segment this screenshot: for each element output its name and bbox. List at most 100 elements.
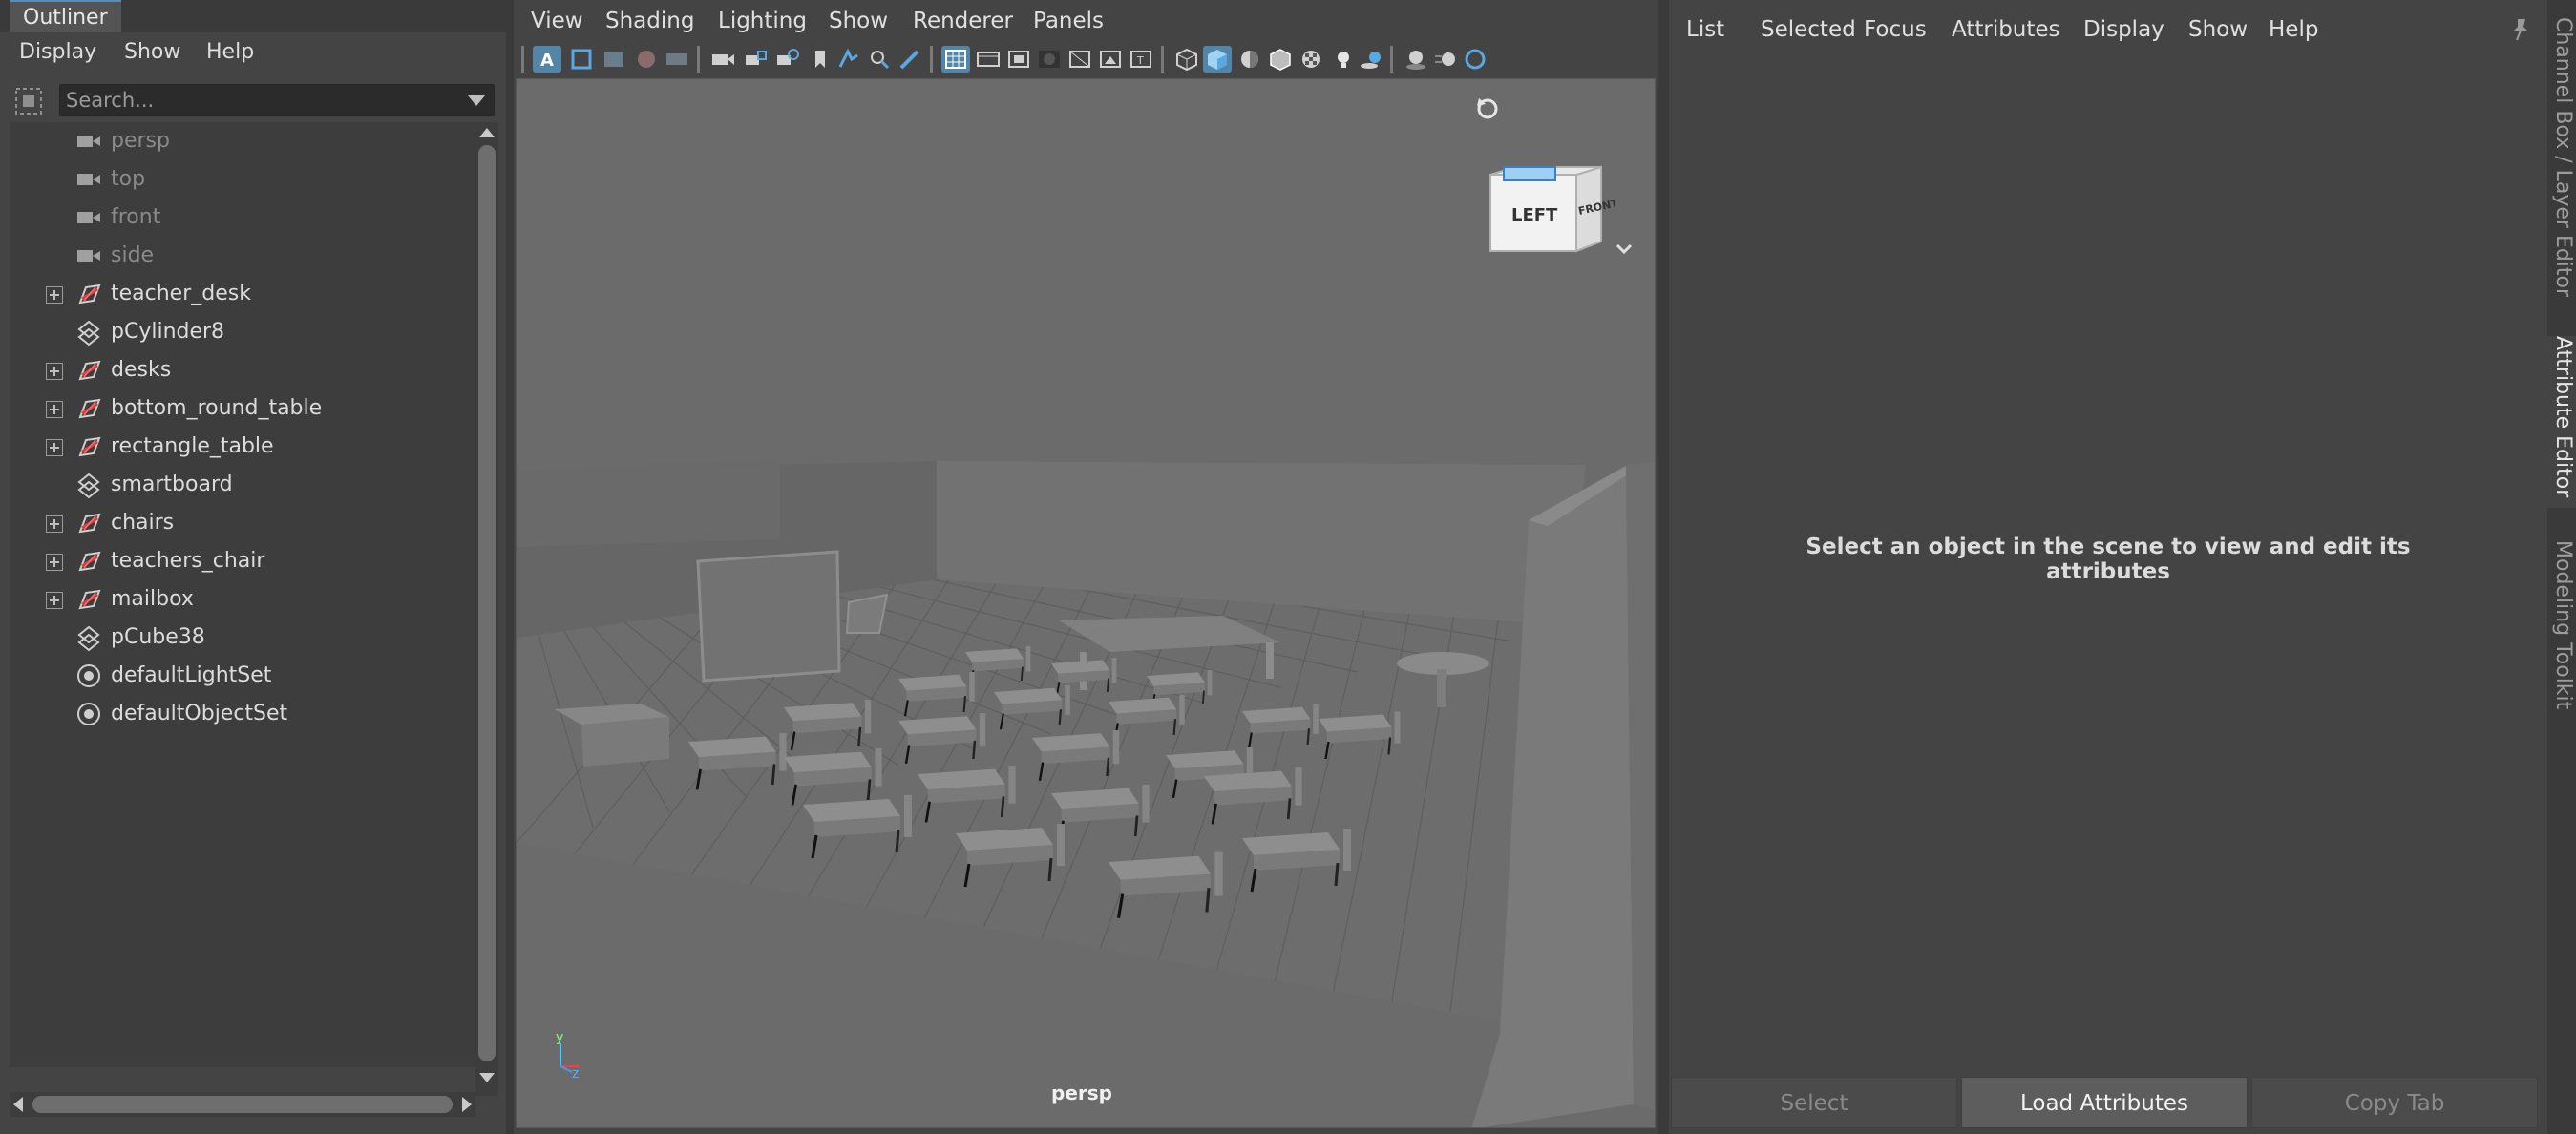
- outliner-menu-show[interactable]: Show: [124, 32, 180, 73]
- viewport-menu-renderer[interactable]: Renderer: [913, 0, 1013, 42]
- attr-menu-attributes[interactable]: Attributes: [1952, 10, 2060, 50]
- expand-plus-icon[interactable]: [46, 439, 63, 456]
- expand-plus-icon[interactable]: [46, 286, 63, 304]
- expand-plus-icon[interactable]: [46, 363, 63, 380]
- gate-mask-icon[interactable]: [1035, 46, 1064, 73]
- outliner-item[interactable]: desks: [10, 351, 475, 389]
- outliner-item[interactable]: teacher_desk: [10, 275, 475, 313]
- grid-icon[interactable]: [941, 46, 970, 73]
- outliner-item[interactable]: pCylinder8: [10, 313, 475, 351]
- panel-splitter-left[interactable]: [506, 0, 514, 1134]
- anti-aliasing-icon[interactable]: [1461, 46, 1489, 73]
- resolution-gate-icon[interactable]: [1004, 46, 1033, 73]
- wireframe-on-shaded-icon[interactable]: [1266, 46, 1295, 73]
- attr-menu-help[interactable]: Help: [2269, 10, 2318, 50]
- outliner-item[interactable]: defaultLightSet: [10, 657, 475, 695]
- outliner-item[interactable]: mailbox: [10, 580, 475, 619]
- group-transform-icon: [78, 436, 101, 457]
- camera-attributes-icon[interactable]: [567, 46, 596, 73]
- safe-action-icon[interactable]: [1096, 46, 1125, 73]
- viewport-menu-panels[interactable]: Panels: [1033, 0, 1104, 42]
- attr-menu-selected[interactable]: Selected: [1761, 10, 1856, 50]
- bookmark-icon[interactable]: [806, 46, 834, 73]
- 2d-pan-zoom-icon[interactable]: [834, 46, 863, 73]
- outliner-item[interactable]: chairs: [10, 504, 475, 542]
- bookmarks-icon[interactable]: [600, 46, 628, 73]
- viewcube[interactable]: LEFT FRONT: [1481, 146, 1615, 280]
- copy-tab-button[interactable]: Copy Tab: [2251, 1077, 2538, 1128]
- toolbar-separator: [930, 46, 933, 73]
- outliner-item[interactable]: persp: [10, 122, 475, 160]
- attr-menu-show[interactable]: Show: [2188, 10, 2248, 50]
- camera-gear-icon[interactable]: [773, 46, 802, 73]
- scroll-left-arrow-icon[interactable]: [13, 1097, 23, 1112]
- viewcube-menu-chevron-icon[interactable]: [1615, 242, 1634, 257]
- outliner-item[interactable]: rectangle_table: [10, 428, 475, 466]
- outliner-search-input[interactable]: [59, 84, 495, 116]
- outliner-horizontal-scrollbar[interactable]: [10, 1092, 475, 1117]
- viewport-menu-shading[interactable]: Shading: [605, 0, 694, 42]
- film-gate-icon[interactable]: [974, 46, 1003, 73]
- vertical-scroll-thumb[interactable]: [478, 145, 496, 1061]
- camera-icon[interactable]: [708, 46, 737, 73]
- scroll-down-arrow-icon[interactable]: [479, 1073, 495, 1082]
- outliner-vertical-scrollbar[interactable]: [475, 122, 498, 1096]
- viewport-menu-view[interactable]: View: [531, 0, 583, 42]
- reset-view-icon[interactable]: [1473, 94, 1502, 123]
- expand-plus-icon[interactable]: [46, 515, 63, 533]
- outliner-item[interactable]: pCube38: [10, 619, 475, 657]
- textured-icon[interactable]: [1297, 46, 1325, 73]
- outliner-item-label: mailbox: [111, 587, 194, 611]
- ambient-occlusion-icon[interactable]: [1402, 46, 1430, 73]
- outliner-menu-display[interactable]: Display: [19, 32, 96, 73]
- tab-attribute-editor[interactable]: Attribute Editor: [2547, 336, 2576, 508]
- outliner-item[interactable]: bottom_round_table: [10, 389, 475, 428]
- viewport-menu-show[interactable]: Show: [829, 0, 888, 42]
- field-chart-icon[interactable]: [1066, 46, 1094, 73]
- outliner-item-label: defaultObjectSet: [111, 702, 288, 725]
- lock-camera-icon[interactable]: [741, 46, 770, 73]
- wireframe-icon[interactable]: [1172, 46, 1201, 73]
- default-material-icon[interactable]: [1235, 46, 1264, 73]
- safe-title-icon[interactable]: T: [1127, 46, 1155, 73]
- outliner-item[interactable]: front: [10, 199, 475, 237]
- load-attributes-button[interactable]: Load Attributes: [1961, 1077, 2248, 1128]
- expand-plus-icon[interactable]: [46, 401, 63, 418]
- panel-splitter-right[interactable]: [1658, 0, 1669, 1134]
- outliner-item[interactable]: teachers_chair: [10, 542, 475, 580]
- attr-menu-list[interactable]: List: [1686, 10, 1724, 50]
- search-dropdown-arrow-icon[interactable]: [468, 95, 485, 106]
- camera-icon: [77, 136, 100, 147]
- smooth-shade-icon[interactable]: [1203, 46, 1232, 73]
- pin-icon[interactable]: [2509, 17, 2532, 42]
- grease-pencil-icon[interactable]: [663, 46, 691, 73]
- pan-zoom-icon[interactable]: [865, 46, 894, 73]
- use-all-lights-icon[interactable]: [1329, 46, 1358, 73]
- tab-modeling-toolkit[interactable]: Modeling Toolkit: [2547, 540, 2576, 731]
- outliner-item-label: defaultLightSet: [111, 663, 272, 687]
- expand-plus-icon[interactable]: [46, 554, 63, 571]
- shadows-icon[interactable]: [1358, 46, 1386, 73]
- expand-plus-icon[interactable]: [46, 592, 63, 609]
- outliner-item[interactable]: defaultObjectSet: [10, 695, 475, 733]
- select-camera-icon[interactable]: A: [533, 46, 561, 73]
- pencil-icon[interactable]: [896, 46, 924, 73]
- motion-blur-icon[interactable]: [1432, 46, 1461, 73]
- scroll-up-arrow-icon[interactable]: [479, 128, 495, 137]
- image-plane-icon[interactable]: [632, 46, 661, 73]
- attr-menu-focus[interactable]: Focus: [1864, 10, 1927, 50]
- viewcube-top-highlight[interactable]: [1503, 166, 1556, 181]
- filter-icon[interactable]: [13, 86, 44, 116]
- tab-channel-box-layer-editor[interactable]: Channel Box / Layer Editor: [2547, 17, 2576, 313]
- horizontal-scroll-thumb[interactable]: [32, 1096, 453, 1113]
- viewport-menu-lighting[interactable]: Lighting: [718, 0, 807, 42]
- attr-menu-display[interactable]: Display: [2083, 10, 2164, 50]
- outliner-menu-help[interactable]: Help: [206, 32, 254, 73]
- scroll-right-arrow-icon[interactable]: [462, 1097, 472, 1112]
- outliner-item[interactable]: side: [10, 237, 475, 275]
- viewport-canvas[interactable]: LEFT FRONT y z persp: [516, 78, 1656, 1128]
- outliner-item[interactable]: top: [10, 160, 475, 199]
- outliner-item[interactable]: smartboard: [10, 466, 475, 504]
- outliner-tab[interactable]: Outliner: [10, 0, 121, 32]
- select-button[interactable]: Select: [1671, 1077, 1957, 1128]
